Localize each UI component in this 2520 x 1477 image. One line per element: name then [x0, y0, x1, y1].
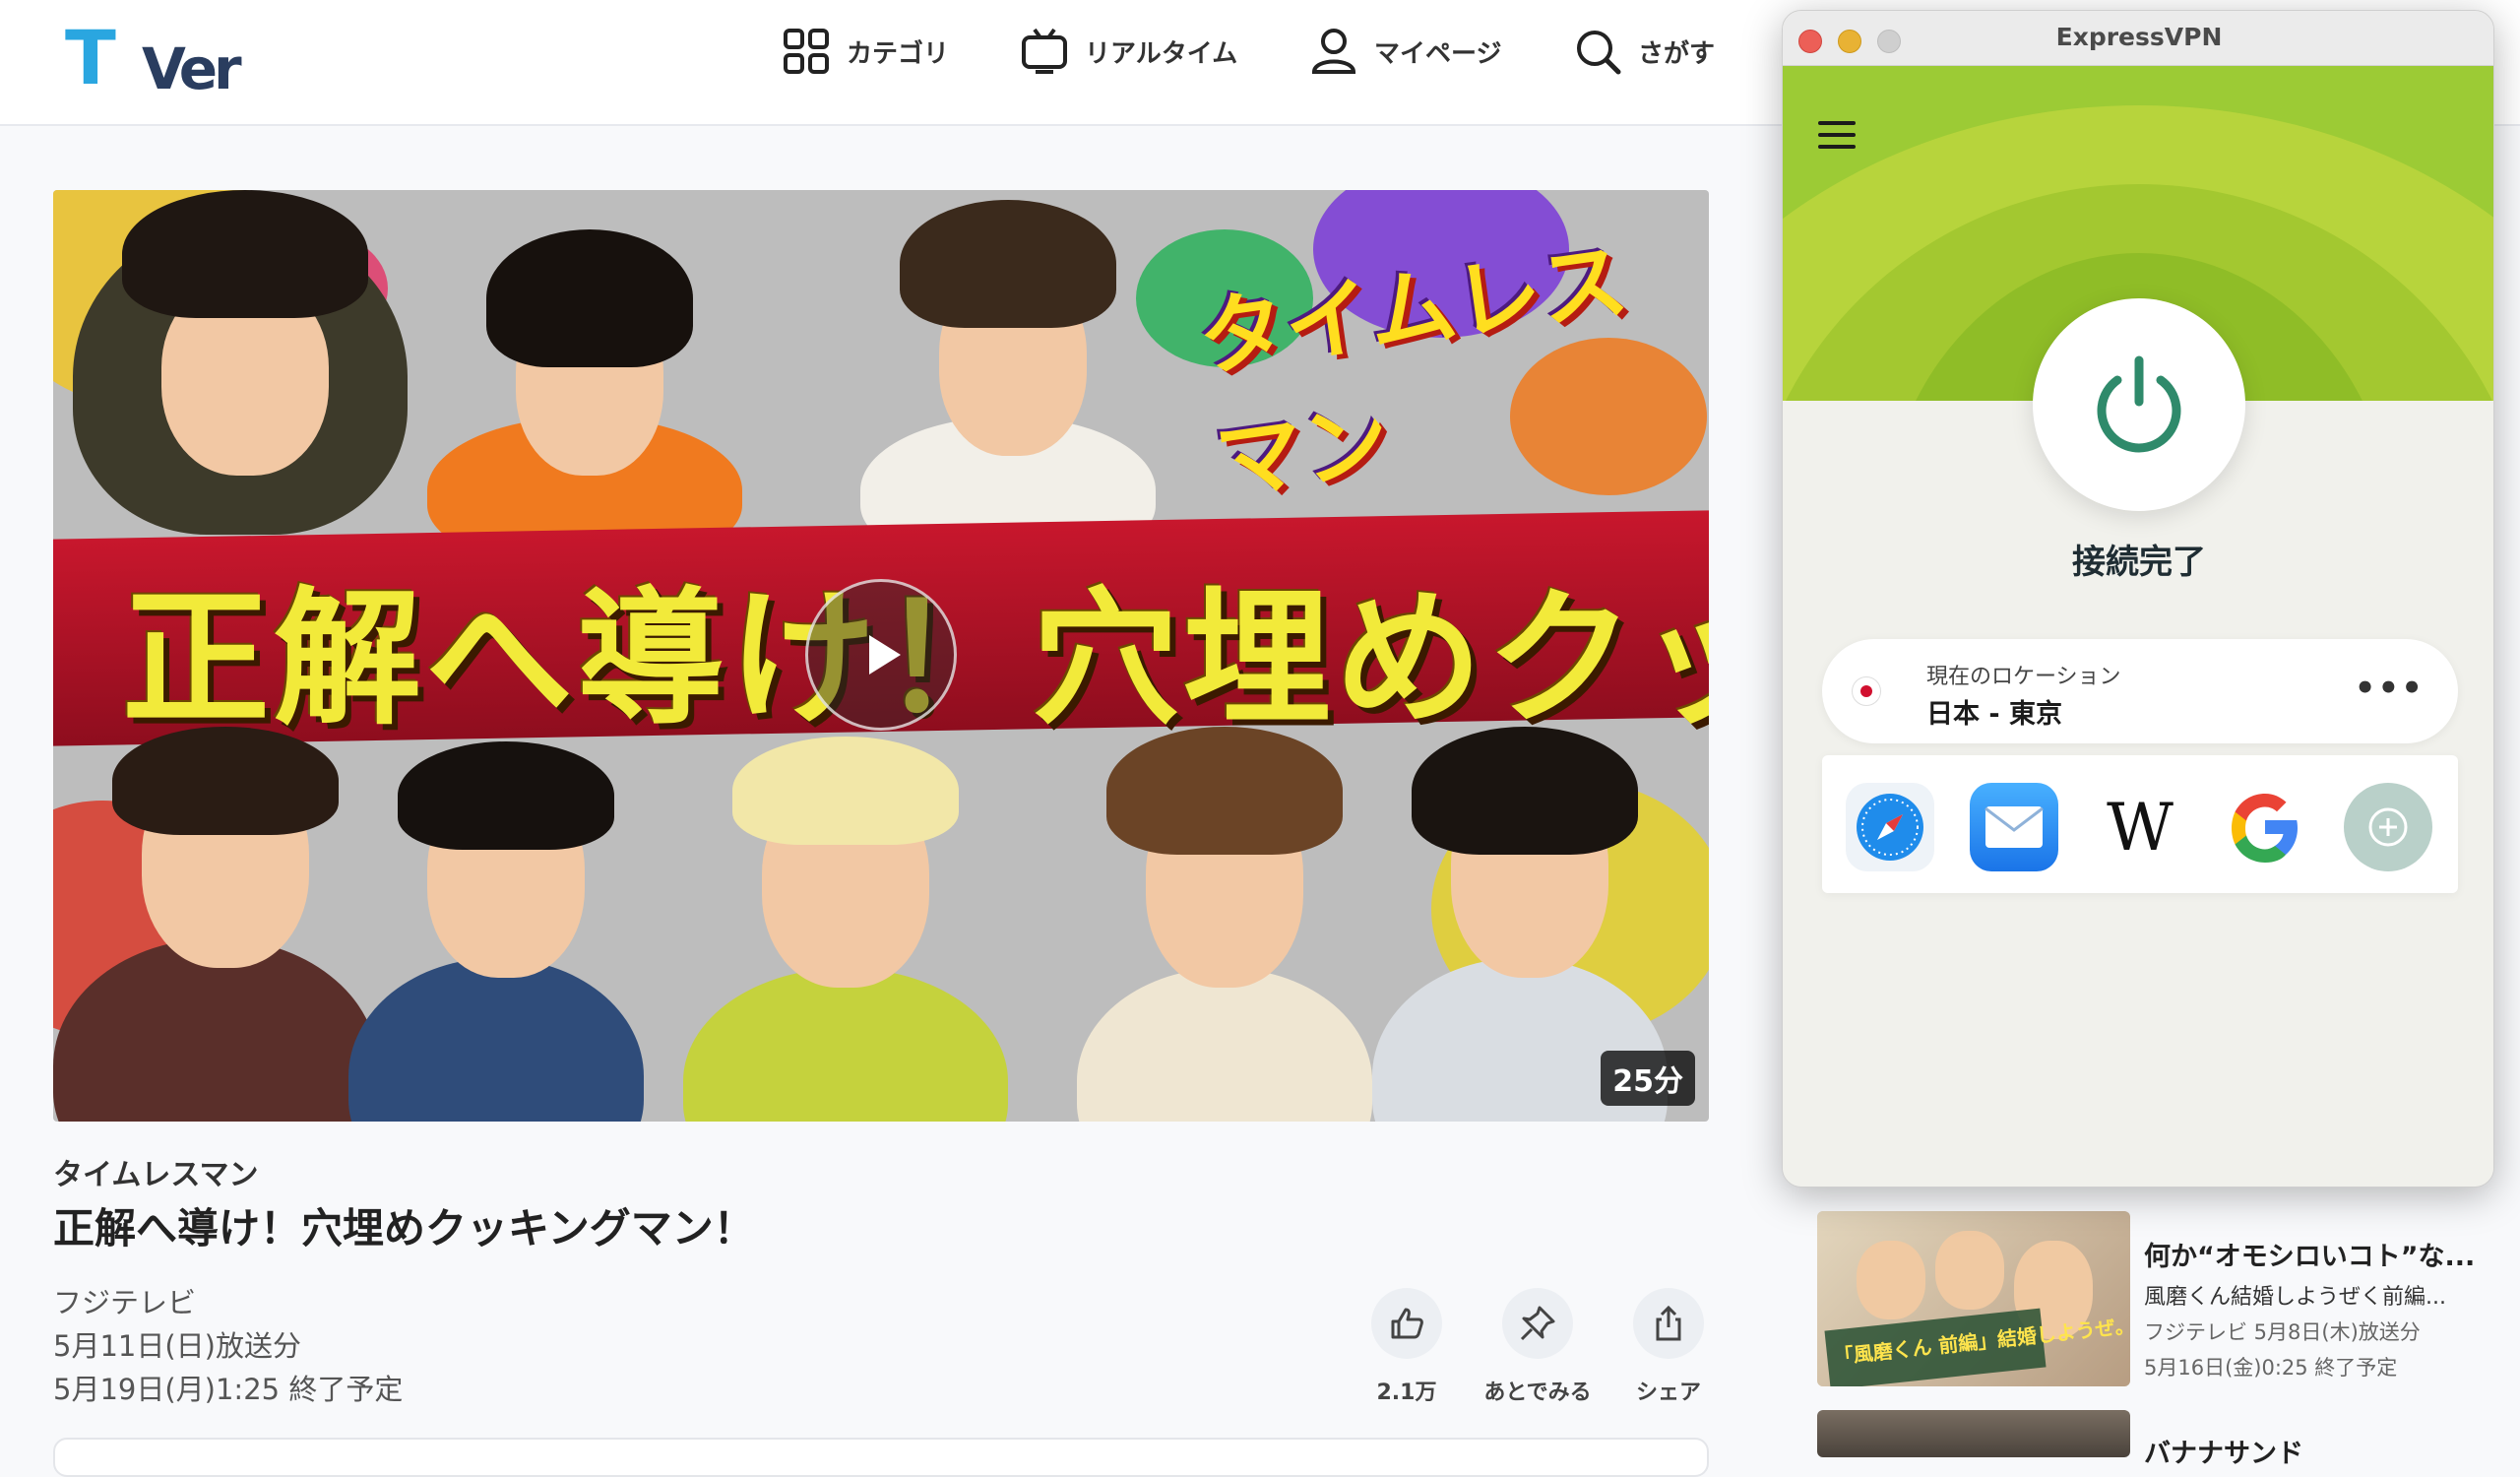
nav-mypage-label: マイページ — [1374, 38, 1502, 69]
logo-er: Ver — [142, 35, 242, 102]
like-count: 2.1万 — [1376, 1381, 1437, 1405]
cast-hair — [486, 229, 693, 367]
tver-logo[interactable]: T Ver — [65, 14, 242, 102]
share-icon — [1656, 1305, 1681, 1341]
google-icon[interactable] — [2220, 783, 2308, 871]
location-more-button[interactable]: ••• — [2355, 669, 2425, 708]
connection-status: 接続完了 — [2072, 543, 2206, 582]
user-icon — [1311, 29, 1356, 74]
recommendation-title: バナナサンド — [2144, 1439, 2303, 1469]
location-label: 現在のロケーション — [1926, 665, 2121, 689]
recommendation-expiry: 5月16日(金)0:25 終了予定 — [2144, 1356, 2398, 1380]
recommendation-channel: フジテレビ 5月8日(木)放送分 — [2144, 1320, 2421, 1344]
cast-member — [683, 968, 1008, 1122]
cast-hair — [732, 737, 959, 845]
tv-icon — [1022, 28, 1067, 74]
logo-t: T — [65, 14, 116, 101]
duration-badge: 25分 — [1601, 1051, 1695, 1106]
cast-hair — [1412, 727, 1638, 855]
nav-mypage[interactable]: マイページ — [1309, 26, 1501, 77]
like-button[interactable]: 2.1万 — [1353, 1288, 1461, 1406]
watch-later-button[interactable]: あとでみる — [1483, 1288, 1592, 1406]
channel-name: フジテレビ — [53, 1286, 197, 1319]
safari-icon[interactable] — [1846, 783, 1934, 871]
menu-button[interactable] — [1818, 121, 1856, 149]
nav-search-label: さがす — [1638, 38, 1716, 69]
share-button[interactable]: シェア — [1614, 1288, 1723, 1406]
series-name[interactable]: タイムレスマン — [53, 1150, 259, 1193]
list-item[interactable]: 「風磨くん 前編」結婚しようぜ。 何か“オモシロいコト”な... 風磨くん結婚し… — [1817, 1211, 2506, 1388]
expressvpn-window: ExpressVPN 接続完了 現在のロケーション 日本 - 東京 ••• W — [1782, 10, 2494, 1188]
cast-member — [348, 958, 644, 1122]
cast-hair — [900, 200, 1116, 328]
recommendation-title: 何か“オモシロいコト”な... — [2144, 1242, 2476, 1272]
cast-hair — [112, 727, 339, 835]
episode-title: 正解へ導け！穴埋めクッキングマン！ — [53, 1204, 755, 1252]
share-label: シェア — [1635, 1381, 1701, 1405]
app-shortcuts: W — [1822, 755, 2458, 893]
cast-hair — [1106, 727, 1343, 855]
recommendation-subtitle: 風磨くん結婚しようぜく前編... — [2144, 1285, 2446, 1310]
nav-realtime[interactable]: リアルタイム — [1020, 26, 1237, 77]
recommendation-thumbnail — [1817, 1410, 2130, 1457]
thumbs-up-icon — [1391, 1308, 1423, 1339]
nav-search[interactable]: さがす — [1573, 26, 1715, 77]
location-selector[interactable]: 現在のロケーション 日本 - 東京 ••• — [1822, 639, 2458, 743]
list-item[interactable]: バナナサンド — [1817, 1410, 2506, 1469]
power-button[interactable] — [2033, 298, 2245, 511]
mail-icon[interactable] — [1970, 783, 2058, 871]
add-shortcut-icon[interactable] — [2344, 783, 2432, 871]
wikipedia-icon[interactable]: W — [2096, 783, 2184, 871]
category-icon — [784, 29, 829, 74]
description-card — [53, 1438, 1709, 1477]
play-icon — [869, 635, 901, 674]
pin-icon — [1520, 1306, 1555, 1341]
nav-category-label: カテゴリ — [847, 38, 950, 69]
nav-category[interactable]: カテゴリ — [782, 26, 949, 77]
recommendation-thumbnail: 「風磨くん 前編」結婚しようぜ。 — [1817, 1211, 2130, 1386]
window-titlebar: ExpressVPN — [1783, 11, 2493, 66]
video-player[interactable]: タイムレスマン 正解へ導け！穴埋めクッキングマン！ 25分 — [53, 190, 1709, 1122]
expiry-date: 5月19日(月)1:25 終了予定 — [53, 1373, 404, 1406]
broadcast-date: 5月11日(日)放送分 — [53, 1329, 301, 1363]
play-button[interactable] — [805, 579, 957, 731]
window-title: ExpressVPN — [2055, 23, 2223, 51]
cast-member — [1077, 968, 1372, 1122]
nav-realtime-label: リアルタイム — [1085, 38, 1238, 69]
cast-hair — [398, 741, 614, 850]
japan-flag-icon — [1852, 676, 1881, 706]
series-logo-art: タイムレスマン — [1192, 228, 1634, 514]
watch-later-label: あとでみる — [1483, 1381, 1592, 1405]
search-icon — [1577, 31, 1621, 75]
menu-icon — [1818, 121, 1856, 125]
location-value: 日本 - 東京 — [1926, 699, 2063, 730]
power-icon — [2097, 355, 2181, 453]
cast-hair — [122, 190, 368, 318]
